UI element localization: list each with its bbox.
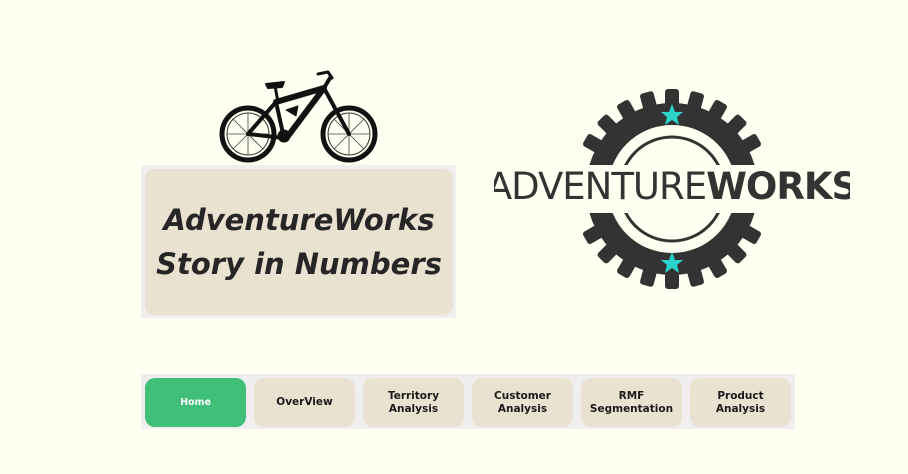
nav-button-territory-analysis[interactable]: Territory Analysis xyxy=(363,378,464,427)
svg-text:ADVENTUREWORKS: ADVENTUREWORKS xyxy=(494,165,850,208)
nav-button-product-analysis[interactable]: Product Analysis xyxy=(690,378,791,427)
bike-icon xyxy=(219,70,378,163)
nav-bar: Home OverView Territory Analysis Custome… xyxy=(141,374,795,429)
title-line-1: AdventureWorks xyxy=(163,203,435,237)
title-line-2: Story in Numbers xyxy=(156,247,442,281)
nav-button-rmf-segmentation[interactable]: RMF Segmentation xyxy=(581,378,682,427)
nav-button-home[interactable]: Home xyxy=(145,378,246,427)
nav-button-overview[interactable]: OverView xyxy=(254,378,355,427)
adventureworks-logo: ADVENTUREWORKS BIKE SHOP xyxy=(494,89,850,289)
title-card: AdventureWorks Story in Numbers xyxy=(145,169,453,315)
nav-button-customer-analysis[interactable]: Customer Analysis xyxy=(472,378,573,427)
